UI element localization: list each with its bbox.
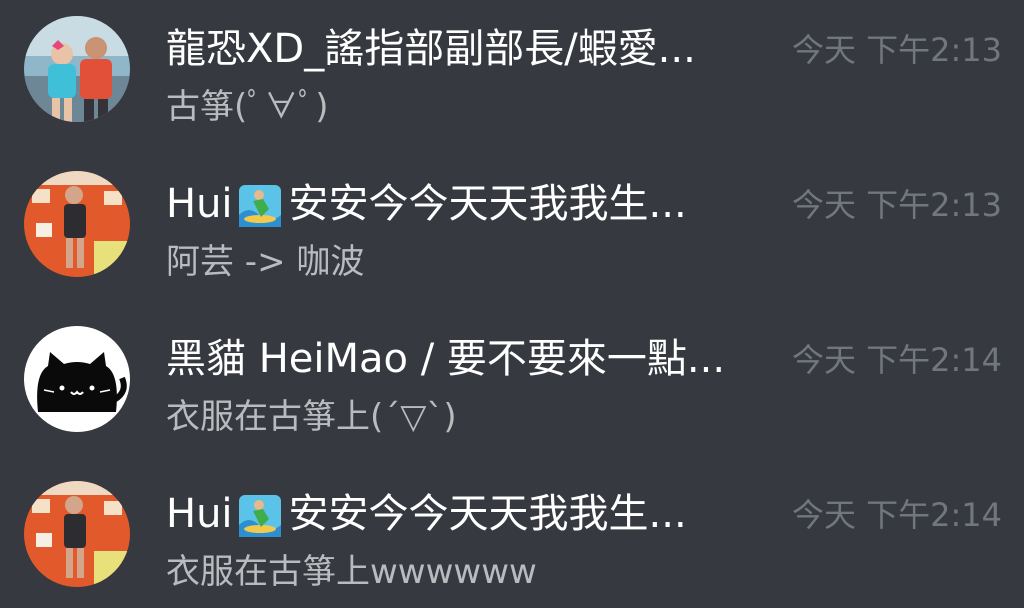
message-preview: 阿芸 -> 咖波: [166, 242, 365, 282]
sender-name: Hui: [166, 491, 233, 537]
conversation-name-text: 安安今今天天我我生...: [288, 181, 687, 227]
conversation-name-text: 安安今今天天我我生...: [288, 491, 687, 537]
message-preview: 衣服在古箏上(´▽`): [166, 397, 457, 437]
conversation-name: Hui 安安今今天天我我生...: [166, 180, 786, 229]
conversation-name: 黑貓 HeiMao / 要不要來一點...: [166, 336, 726, 382]
conversation-list: 龍恐XD_謠指部副部長/蝦愛... 古箏(ﾟ∀ﾟ) 今天 下午2:13 Hui 安…: [0, 0, 1024, 608]
conversation-item[interactable]: 黑貓 HeiMao / 要不要來一點... 衣服在古箏上(´▽`) 今天 下午2…: [0, 310, 1024, 460]
message-timestamp: 今天 下午2:13: [791, 31, 1002, 69]
conversation-item[interactable]: Hui 安安今今天天我我生... 衣服在古箏上wwwwww 今天 下午2:14: [0, 465, 1024, 608]
message-timestamp: 今天 下午2:14: [791, 496, 1002, 534]
conversation-name: Hui 安安今今天天我我生...: [166, 490, 786, 539]
sender-name: Hui: [166, 181, 233, 227]
avatar-photo-orange-wall: [24, 171, 130, 277]
message-timestamp: 今天 下午2:13: [791, 186, 1002, 224]
message-timestamp: 今天 下午2:14: [791, 341, 1002, 379]
conversation-name: 龍恐XD_謠指部副部長/蝦愛...: [166, 26, 696, 72]
avatar-photo-orange-wall: [24, 481, 130, 587]
conversation-item[interactable]: Hui 安安今今天天我我生... 阿芸 -> 咖波 今天 下午2:13: [0, 155, 1024, 305]
message-preview: 衣服在古箏上wwwwww: [166, 552, 537, 592]
surfer-emoji: [237, 493, 283, 539]
avatar-photo-couple: [24, 16, 130, 122]
message-preview: 古箏(ﾟ∀ﾟ): [166, 87, 329, 127]
surfer-emoji: [237, 183, 283, 229]
conversation-item[interactable]: 龍恐XD_謠指部副部長/蝦愛... 古箏(ﾟ∀ﾟ) 今天 下午2:13: [0, 0, 1024, 150]
avatar-black-cat: [24, 326, 130, 432]
